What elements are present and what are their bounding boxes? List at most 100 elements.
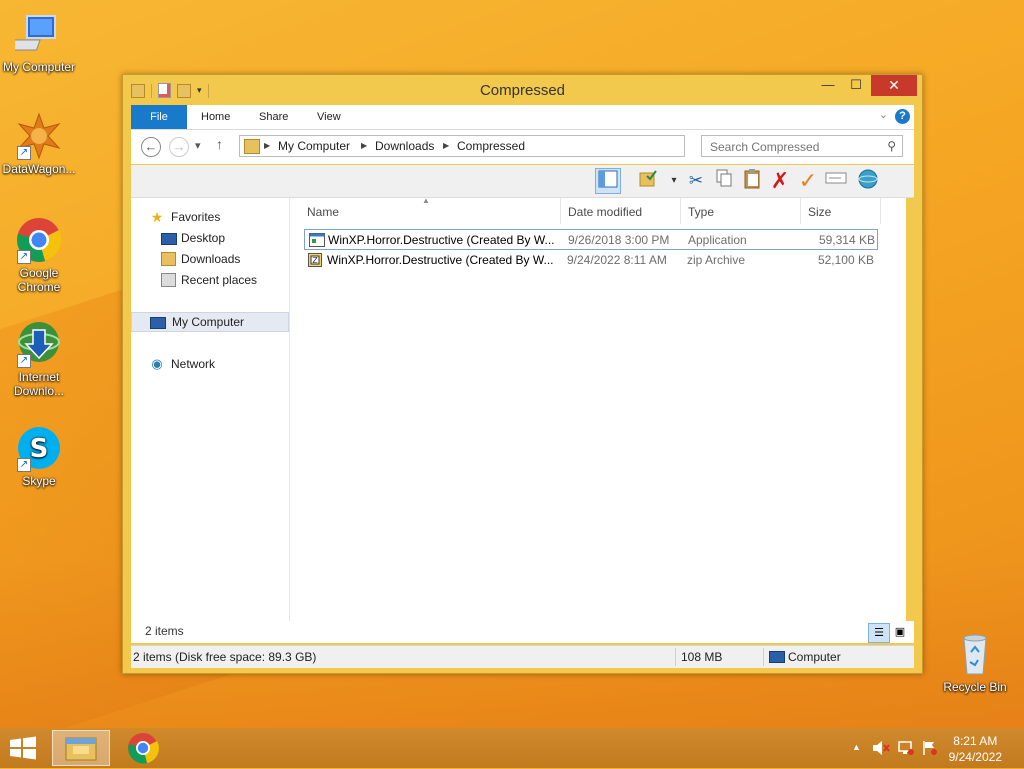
- navigation-bar: ← → ▾ ↑ ▶ My Computer ▶ Downloads ▶ Comp…: [131, 130, 914, 164]
- desktop-icon-my-computer[interactable]: My Computer: [0, 10, 78, 74]
- nav-label: Network: [171, 357, 216, 371]
- computer-icon: [769, 651, 785, 663]
- application-icon: [309, 233, 325, 247]
- maximize-button[interactable]: ☐: [843, 75, 869, 96]
- file-size: 52,100 KB: [817, 253, 874, 267]
- column-type[interactable]: Type: [688, 205, 714, 219]
- tab-file[interactable]: File: [131, 105, 187, 129]
- folder-options-icon[interactable]: [635, 168, 661, 194]
- nav-favorites[interactable]: ★ Favorites: [131, 207, 289, 227]
- column-divider[interactable]: [680, 198, 681, 224]
- desktop-icon-datawagon[interactable]: ↗ DataWagon...: [0, 112, 78, 176]
- file-list: ▲ Name Date modified Type Size WinXP.Hor…: [290, 196, 906, 641]
- desktop-icon-label: Recycle Bin: [943, 680, 1007, 694]
- breadcrumb-downloads[interactable]: Downloads: [375, 139, 434, 153]
- large-icons-view-icon[interactable]: ▣: [890, 623, 910, 641]
- properties-icon[interactable]: [823, 168, 849, 194]
- nav-network[interactable]: ◉ Network: [131, 354, 289, 374]
- datawagon-icon: ↗: [15, 112, 63, 160]
- file-date: 9/24/2022 8:11 AM: [567, 253, 667, 267]
- nav-downloads[interactable]: Downloads: [131, 249, 289, 269]
- star-icon: ★: [150, 209, 164, 225]
- back-button[interactable]: ←: [141, 137, 161, 157]
- cut-icon[interactable]: ✂: [683, 168, 709, 194]
- forward-button[interactable]: →: [169, 137, 189, 157]
- vertical-scrollbar[interactable]: [890, 198, 906, 641]
- desktop-icon-skype[interactable]: S ↗ Skype: [0, 424, 78, 488]
- column-size[interactable]: Size: [808, 205, 831, 219]
- search-box[interactable]: ⚲: [701, 135, 903, 157]
- show-hidden-icons[interactable]: ▲: [852, 742, 861, 752]
- zip-archive-icon: Z: [308, 253, 324, 267]
- search-icon[interactable]: ⚲: [887, 139, 896, 153]
- copy-icon[interactable]: [711, 168, 737, 194]
- tab-home[interactable]: Home: [191, 105, 240, 129]
- file-row[interactable]: Z WinXP.Horror.Destructive (Created By W…: [304, 250, 878, 271]
- desktop-icon-label: My Computer: [2, 60, 76, 74]
- taskbar-chrome[interactable]: [114, 730, 172, 766]
- file-name: WinXP.Horror.Destructive (Created By W..…: [328, 233, 555, 247]
- desktop-icon-label: Skype: [22, 474, 56, 488]
- nav-desktop[interactable]: Desktop: [131, 228, 289, 248]
- column-divider[interactable]: [800, 198, 801, 224]
- delete-icon[interactable]: ✗: [767, 168, 793, 194]
- svg-text:S: S: [30, 434, 49, 464]
- taskbar-file-explorer[interactable]: [52, 730, 110, 766]
- details-view-icon[interactable]: ☰: [868, 623, 890, 643]
- desktop-icon-google-chrome[interactable]: ↗ Google Chrome: [0, 216, 78, 294]
- recent-places-icon: [161, 273, 176, 287]
- nav-my-computer[interactable]: My Computer: [131, 312, 289, 332]
- help-button[interactable]: ?: [895, 109, 910, 124]
- desktop-icon-recycle-bin[interactable]: Recycle Bin: [936, 630, 1014, 694]
- clock-time: 8:21 AM: [953, 734, 998, 748]
- volume-muted-icon[interactable]: [872, 740, 890, 759]
- desktop-icon-internet-download-manager[interactable]: ↗ Internet Downlo...: [0, 320, 78, 398]
- breadcrumb-separator[interactable]: ▶: [443, 141, 449, 150]
- file-type: Application: [688, 233, 747, 247]
- column-divider[interactable]: [560, 198, 561, 224]
- file-row[interactable]: WinXP.Horror.Destructive (Created By W..…: [304, 229, 878, 250]
- breadcrumb-my-computer[interactable]: My Computer: [278, 139, 350, 153]
- status-divider: [675, 648, 676, 666]
- recent-locations-icon[interactable]: ▾: [195, 139, 201, 152]
- network-icon: ◉: [151, 356, 163, 371]
- clock-date: 9/24/2022: [948, 750, 1002, 764]
- network-status-icon[interactable]: [897, 740, 915, 759]
- network-globe-icon[interactable]: [855, 168, 881, 194]
- items-status: 2 items ☰ ▣: [131, 621, 914, 643]
- status-location: Computer: [788, 650, 841, 664]
- search-input[interactable]: [708, 139, 882, 155]
- column-divider[interactable]: [880, 198, 881, 224]
- title-bar[interactable]: ▾ Compressed — ☐ ✕: [123, 75, 922, 105]
- svg-text:Z: Z: [312, 256, 318, 265]
- column-name[interactable]: Name: [307, 205, 339, 219]
- clock[interactable]: 8:21 AM 9/24/2022: [949, 733, 1002, 765]
- address-bar[interactable]: ▶ My Computer ▶ Downloads ▶ Compressed ⌄…: [239, 135, 785, 157]
- sort-ascending-icon: ▲: [422, 196, 430, 205]
- folder-icon: [244, 139, 260, 154]
- close-button[interactable]: ✕: [871, 75, 917, 96]
- preview-pane-icon[interactable]: [595, 168, 621, 194]
- recycle-bin-icon: [951, 630, 999, 678]
- start-button[interactable]: [8, 736, 38, 760]
- taskbar: ▲ 8:21 AM 9/24/2022: [0, 728, 1024, 768]
- internet-download-manager-icon: ↗: [15, 320, 63, 368]
- file-name: WinXP.Horror.Destructive (Created By W..…: [327, 253, 554, 267]
- column-date-modified[interactable]: Date modified: [568, 205, 642, 219]
- up-button[interactable]: ↑: [216, 136, 223, 152]
- chrome-icon: ↗: [15, 216, 63, 264]
- tab-share[interactable]: Share: [249, 105, 298, 129]
- rename-icon[interactable]: ✓: [795, 168, 821, 194]
- tab-view[interactable]: View: [307, 105, 351, 129]
- nav-recent-places[interactable]: Recent places: [131, 270, 289, 290]
- breadcrumb-compressed[interactable]: Compressed: [457, 139, 525, 153]
- desktop-icon-label-line2: Downlo...: [13, 384, 65, 398]
- breadcrumb-separator[interactable]: ▶: [264, 141, 270, 150]
- action-center-flag-icon[interactable]: [921, 740, 939, 759]
- breadcrumb-separator[interactable]: ▶: [361, 141, 367, 150]
- file-explorer-icon: [65, 737, 97, 761]
- paste-icon[interactable]: [739, 168, 765, 194]
- minimize-button[interactable]: —: [815, 75, 841, 96]
- expand-ribbon-icon[interactable]: ⌄: [879, 108, 888, 121]
- explorer-window: ▾ Compressed — ☐ ✕ File Home Share View …: [122, 74, 923, 674]
